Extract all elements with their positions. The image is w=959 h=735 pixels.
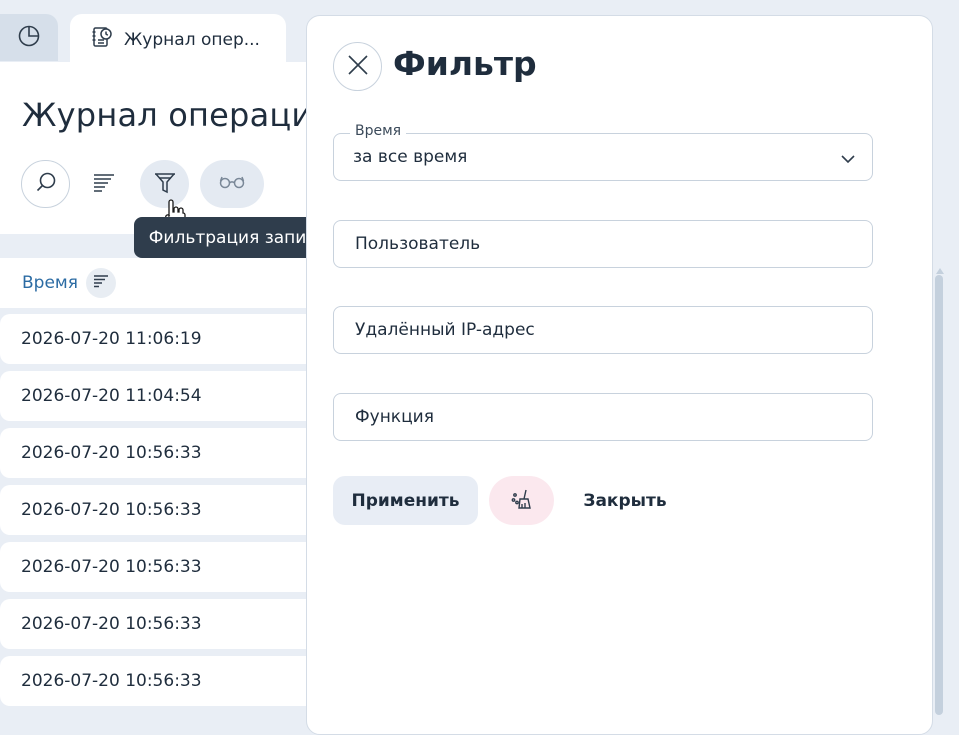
page-header-panel: [0, 62, 320, 234]
clear-filter-button[interactable]: [489, 476, 554, 525]
table-row[interactable]: 2026-07-20 10:56:33: [0, 485, 320, 535]
page-title: Журнал операций: [22, 96, 334, 134]
sort-toggle[interactable]: [85, 268, 116, 298]
pie-chart-icon: [17, 24, 41, 52]
tab-label: Журнал опер...: [124, 29, 260, 50]
function-placeholder: Функция: [355, 407, 434, 427]
search-icon: [34, 170, 58, 198]
view-button[interactable]: [200, 160, 264, 208]
close-icon: [347, 54, 369, 80]
filter-icon: [153, 170, 177, 198]
tab-operations-log[interactable]: Журнал опер...: [70, 14, 286, 65]
table-row[interactable]: 2026-07-20 10:56:33: [0, 428, 320, 478]
filter-title: Фильтр: [393, 44, 537, 83]
time-value: за все время: [353, 147, 468, 167]
table-row[interactable]: 2026-07-20 10:56:33: [0, 656, 320, 706]
time-field-label: Время: [350, 123, 407, 139]
search-button[interactable]: [21, 160, 70, 208]
glasses-icon: [219, 174, 245, 194]
close-button[interactable]: Закрыть: [566, 476, 684, 525]
apply-button[interactable]: Применить: [333, 476, 478, 525]
column-header-time[interactable]: Время: [0, 258, 320, 308]
function-field[interactable]: Функция: [333, 393, 873, 441]
table-row[interactable]: 2026-07-20 11:04:54: [0, 371, 320, 421]
column-label: Время: [22, 273, 78, 293]
tab-dashboard[interactable]: [0, 14, 58, 61]
sort-button[interactable]: [80, 160, 128, 208]
user-placeholder: Пользователь: [355, 234, 481, 254]
close-filter-button[interactable]: [333, 42, 382, 91]
remote-ip-field[interactable]: Удалённый IP-адрес: [333, 306, 873, 354]
sort-lines-icon: [93, 273, 109, 294]
sort-lines-icon: [92, 170, 116, 198]
table-body: 2026-07-20 11:06:19 2026-07-20 11:04:54 …: [0, 314, 320, 713]
chevron-down-icon: [840, 150, 856, 170]
time-select[interactable]: за все время: [333, 133, 873, 181]
table-row[interactable]: 2026-07-20 11:06:19: [0, 314, 320, 364]
table-row[interactable]: 2026-07-20 10:56:33: [0, 542, 320, 592]
broom-icon: [510, 487, 534, 515]
user-field[interactable]: Пользователь: [333, 220, 873, 268]
table-row[interactable]: 2026-07-20 10:56:33: [0, 599, 320, 649]
ip-placeholder: Удалённый IP-адрес: [355, 320, 535, 340]
journal-clock-icon: [90, 25, 114, 54]
scrollbar-thumb[interactable]: [935, 275, 943, 715]
